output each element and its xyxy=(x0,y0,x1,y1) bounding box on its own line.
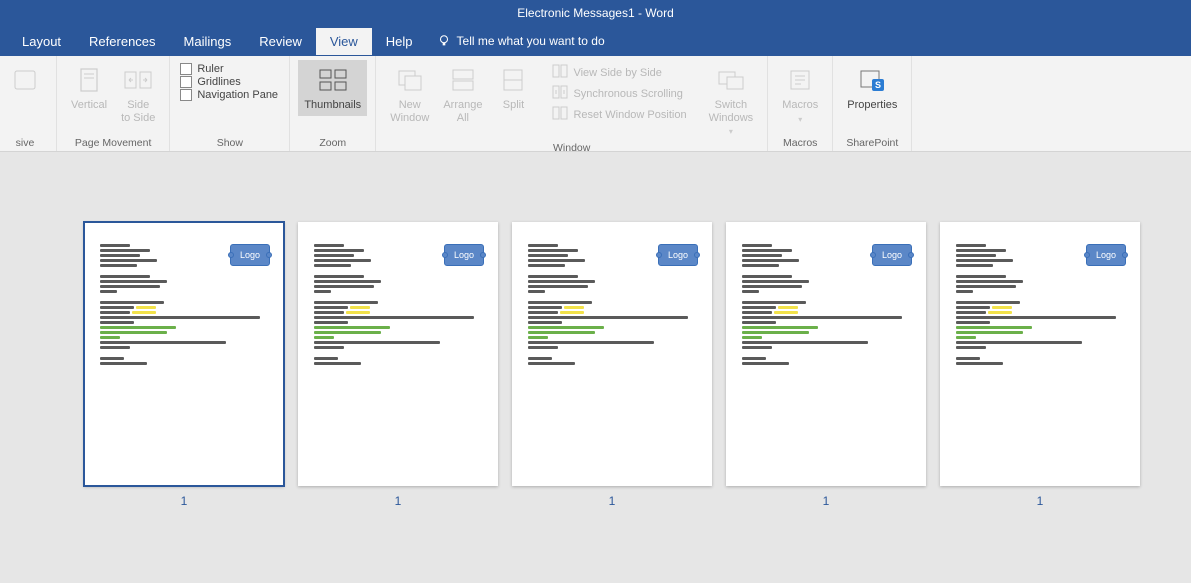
chevron-down-icon: ▾ xyxy=(798,115,802,124)
thumbnails-area: Logo 1 Logo 1 Logo xyxy=(0,152,1191,486)
tell-me-label: Tell me what you want to do xyxy=(457,34,605,48)
checkbox-icon xyxy=(180,89,192,101)
ribbon: sive Vertical Side to Side Page Movement… xyxy=(0,56,1191,152)
group-label-sharepoint: SharePoint xyxy=(841,135,903,149)
new-window-label: New Window xyxy=(390,99,429,124)
svg-text:S: S xyxy=(875,80,881,90)
logo-badge: Logo xyxy=(1086,244,1126,266)
macros-label: Macros xyxy=(782,99,818,112)
logo-badge: Logo xyxy=(658,244,698,266)
view-side-label: View Side by Side xyxy=(573,67,661,79)
thumbnails-icon xyxy=(317,64,349,96)
macros-button[interactable]: Macros ▾ xyxy=(776,60,824,128)
vertical-button[interactable]: Vertical xyxy=(65,60,113,116)
new-window-button[interactable]: New Window xyxy=(384,60,435,128)
logo-badge: Logo xyxy=(872,244,912,266)
properties-button[interactable]: S Properties xyxy=(841,60,903,116)
new-window-icon xyxy=(394,64,426,96)
immersive-button[interactable] xyxy=(2,60,48,100)
side-by-side-icon xyxy=(552,64,568,81)
split-label: Split xyxy=(503,99,524,112)
group-label-zoom: Zoom xyxy=(298,135,367,149)
arrange-all-button[interactable]: Arrange All xyxy=(437,60,488,128)
vertical-label: Vertical xyxy=(71,99,107,112)
sync-scroll-label: Synchronous Scrolling xyxy=(573,88,682,100)
tell-me-search[interactable]: Tell me what you want to do xyxy=(437,34,605,48)
menu-view[interactable]: View xyxy=(316,28,372,55)
page-number: 1 xyxy=(512,494,712,508)
navpane-checkbox[interactable]: Navigation Pane xyxy=(180,89,278,101)
lightbulb-icon xyxy=(437,34,451,48)
immersive-icon xyxy=(9,64,41,96)
group-label-window: Window xyxy=(384,140,759,154)
ruler-label: Ruler xyxy=(197,63,223,75)
page-thumbnail[interactable]: Logo 1 xyxy=(84,222,284,486)
macros-icon xyxy=(784,64,816,96)
switch-windows-icon xyxy=(715,64,747,96)
navpane-label: Navigation Pane xyxy=(197,89,278,101)
logo-badge: Logo xyxy=(230,244,270,266)
page-number: 1 xyxy=(84,494,284,508)
page-thumbnail[interactable]: Logo 1 xyxy=(940,222,1140,486)
menu-help[interactable]: Help xyxy=(372,28,427,55)
thumbnails-label: Thumbnails xyxy=(304,99,361,112)
app-title: Electronic Messages1 - Word xyxy=(517,6,674,20)
arrange-all-icon xyxy=(447,64,479,96)
reset-window-icon xyxy=(552,106,568,123)
switch-windows-button[interactable]: Switch Windows ▾ xyxy=(703,60,760,140)
side-to-side-button[interactable]: Side to Side xyxy=(115,60,161,128)
page-number: 1 xyxy=(298,494,498,508)
title-bar: Electronic Messages1 - Word xyxy=(0,0,1191,26)
group-label-sive: sive xyxy=(2,135,48,149)
page-thumbnail[interactable]: Logo 1 xyxy=(726,222,926,486)
switch-windows-label: Switch Windows xyxy=(709,99,754,124)
side-side-icon xyxy=(122,64,154,96)
menu-references[interactable]: References xyxy=(75,28,169,55)
split-button[interactable]: Split xyxy=(490,60,536,116)
logo-badge: Logo xyxy=(444,244,484,266)
page-number: 1 xyxy=(726,494,926,508)
gridlines-label: Gridlines xyxy=(197,76,240,88)
gridlines-checkbox[interactable]: Gridlines xyxy=(180,76,278,88)
group-label-page-movement: Page Movement xyxy=(65,135,161,149)
sharepoint-icon: S xyxy=(856,64,888,96)
page-thumbnail[interactable]: Logo 1 xyxy=(512,222,712,486)
group-label-macros: Macros xyxy=(776,135,824,149)
split-icon xyxy=(497,64,529,96)
sync-scroll-icon xyxy=(552,85,568,102)
chevron-down-icon: ▾ xyxy=(729,127,733,136)
view-side-by-side-button[interactable]: View Side by Side xyxy=(549,62,689,83)
menu-review[interactable]: Review xyxy=(245,28,316,55)
thumbnails-button[interactable]: Thumbnails xyxy=(298,60,367,116)
menu-mailings[interactable]: Mailings xyxy=(170,28,246,55)
menu-layout[interactable]: Layout xyxy=(8,28,75,55)
arrange-all-label: Arrange All xyxy=(443,99,482,124)
ruler-checkbox[interactable]: Ruler xyxy=(180,63,278,75)
side-side-label: Side to Side xyxy=(121,99,155,124)
sync-scroll-button[interactable]: Synchronous Scrolling xyxy=(549,83,689,104)
reset-window-label: Reset Window Position xyxy=(573,109,686,121)
page-thumbnail[interactable]: Logo 1 xyxy=(298,222,498,486)
reset-window-button[interactable]: Reset Window Position xyxy=(549,104,689,125)
checkbox-icon xyxy=(180,63,192,75)
properties-label: Properties xyxy=(847,99,897,112)
group-label-show: Show xyxy=(178,135,281,149)
vertical-icon xyxy=(73,64,105,96)
menu-bar: Layout References Mailings Review View H… xyxy=(0,26,1191,56)
checkbox-icon xyxy=(180,76,192,88)
page-number: 1 xyxy=(940,494,1140,508)
